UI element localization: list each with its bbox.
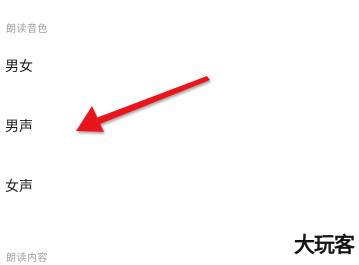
voice-option-male-female[interactable]: 男女 bbox=[5, 58, 33, 76]
watermark-logo: 大玩客 bbox=[294, 233, 355, 257]
read-content-section-label: 朗读内容 bbox=[6, 253, 48, 264]
read-voice-section-label: 朗读音色 bbox=[6, 24, 48, 35]
arrow-shaft bbox=[96, 76, 210, 124]
voice-option-male[interactable]: 男声 bbox=[5, 118, 33, 136]
red-arrow-annotation bbox=[76, 76, 210, 132]
arrow-head bbox=[76, 106, 104, 132]
voice-option-female[interactable]: 女声 bbox=[5, 178, 33, 196]
